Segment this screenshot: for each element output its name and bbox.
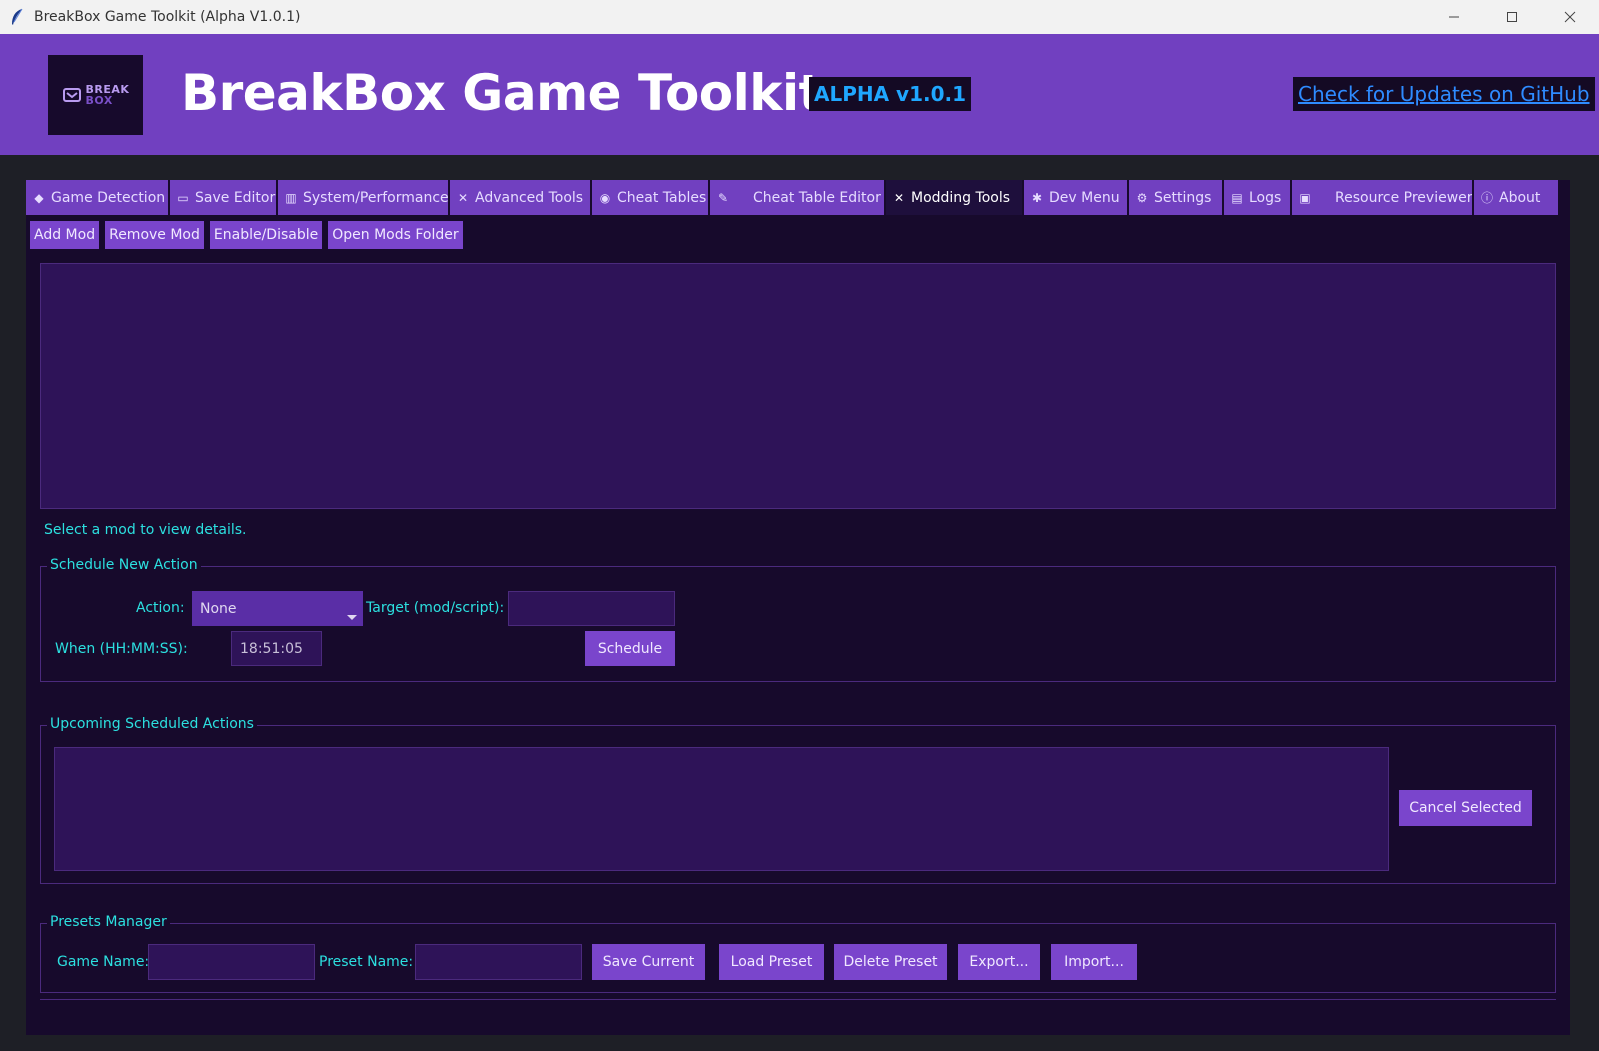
tab-system-performance[interactable]: ▥ System/Performance — [278, 180, 450, 215]
open-mods-folder-button[interactable]: Open Mods Folder — [328, 221, 463, 249]
preset-name-label: Preset Name: — [319, 954, 414, 970]
version-badge: ALPHA v1.0.1 — [809, 77, 972, 111]
schedule-legend: Schedule New Action — [47, 557, 201, 573]
save-current-button[interactable]: Save Current — [592, 944, 705, 980]
tab-about[interactable]: ⓘ About — [1474, 180, 1558, 215]
schedule-group: Schedule New Action Action: None Target … — [40, 557, 1556, 682]
scheduled-actions-list[interactable] — [54, 747, 1389, 871]
action-label: Action: — [136, 600, 185, 616]
app-title: BreakBox Game Toolkit — [181, 64, 823, 122]
load-preset-button[interactable]: Load Preset — [719, 944, 824, 980]
feather-icon — [0, 0, 34, 34]
pencil-icon: ✎ — [717, 190, 729, 205]
minimize-icon[interactable] — [1425, 0, 1483, 34]
cheat-icon: ◉ — [599, 190, 611, 205]
toggle-mod-button[interactable]: Enable/Disable — [209, 221, 323, 249]
presets-legend: Presets Manager — [47, 914, 170, 930]
chart-icon: ▥ — [285, 190, 297, 205]
mod-list[interactable] — [40, 263, 1556, 509]
when-time-input[interactable]: 18:51:05 — [231, 631, 322, 666]
bottom-divider — [40, 999, 1556, 1000]
upcoming-group: Upcoming Scheduled Actions Cancel Select… — [40, 716, 1556, 884]
target-input[interactable] — [508, 591, 675, 626]
tab-cheat-tables[interactable]: ◉ Cheat Tables — [592, 180, 710, 215]
tab-resource-previewer[interactable]: ▣ Resource Previewer — [1292, 180, 1474, 215]
remove-mod-button[interactable]: Remove Mod — [105, 221, 204, 249]
tools-icon: ✕ — [457, 190, 469, 205]
mod-details-text: Select a mod to view details. — [44, 522, 247, 538]
cancel-selected-button[interactable]: Cancel Selected — [1399, 790, 1532, 826]
window-title: BreakBox Game Toolkit (Alpha V1.0.1) — [34, 9, 301, 25]
window-titlebar: BreakBox Game Toolkit (Alpha V1.0.1) — [0, 0, 1599, 34]
bug-icon: ✱ — [1031, 190, 1043, 205]
tab-bar: ◆ Game Detection ▭ Save Editor ▥ System/Per… — [26, 180, 1570, 215]
preset-name-input[interactable] — [415, 944, 582, 980]
tab-game-detection[interactable]: ◆ Game Detection — [26, 180, 170, 215]
tab-dev-menu[interactable]: ✱ Dev Menu — [1024, 180, 1129, 215]
export-button[interactable]: Export... — [958, 944, 1040, 980]
mod-toolbar: Add Mod Remove Mod Enable/Disable Open M… — [30, 221, 463, 249]
chevron-down-icon — [347, 615, 357, 620]
info-icon: ⓘ — [1480, 191, 1493, 205]
game-name-input[interactable] — [148, 944, 315, 980]
import-button[interactable]: Import... — [1051, 944, 1137, 980]
schedule-button[interactable]: Schedule — [585, 631, 675, 666]
github-update-link[interactable]: Check for Updates on GitHub — [1293, 77, 1595, 111]
when-label: When (HH:MM:SS): — [55, 641, 188, 657]
action-dropdown[interactable]: None — [192, 591, 363, 626]
target-label: Target (mod/script): — [366, 600, 505, 616]
gamepad-icon: ◆ — [34, 190, 44, 205]
action-dropdown-value: None — [200, 600, 237, 617]
game-name-label: Game Name: — [57, 954, 150, 970]
logo-box-icon — [62, 88, 81, 102]
upcoming-legend: Upcoming Scheduled Actions — [47, 716, 257, 732]
tab-advanced-tools[interactable]: ✕ Advanced Tools — [450, 180, 592, 215]
main-frame: ◆ Game Detection ▭ Save Editor ▥ System/Per… — [26, 180, 1570, 1035]
add-mod-button[interactable]: Add Mod — [30, 221, 100, 249]
tab-save-editor[interactable]: ▭ Save Editor — [170, 180, 278, 215]
app-header: BREAK BOX BreakBox Game Toolkit ALPHA v1… — [0, 34, 1599, 155]
presets-group: Presets Manager Game Name: Preset Name: … — [40, 914, 1556, 993]
maximize-icon[interactable] — [1483, 0, 1541, 34]
app-logo: BREAK BOX — [48, 55, 143, 135]
delete-preset-button[interactable]: Delete Preset — [834, 944, 947, 980]
gear-icon: ⚙ — [1136, 190, 1148, 205]
folder-icon: ▭ — [177, 190, 189, 205]
tab-cheat-table-editor[interactable]: ✎ Cheat Table Editor — [710, 180, 886, 215]
tab-modding-tools[interactable]: ✕ Modding Tools — [886, 180, 1024, 215]
wrench-icon: ✕ — [893, 190, 905, 205]
image-icon: ▣ — [1299, 190, 1311, 205]
log-icon: ▤ — [1231, 190, 1243, 205]
tab-logs[interactable]: ▤ Logs — [1224, 180, 1292, 215]
logo-wordmark: BREAK BOX — [85, 83, 130, 107]
tab-settings[interactable]: ⚙ Settings — [1129, 180, 1224, 215]
close-icon[interactable] — [1541, 0, 1599, 34]
